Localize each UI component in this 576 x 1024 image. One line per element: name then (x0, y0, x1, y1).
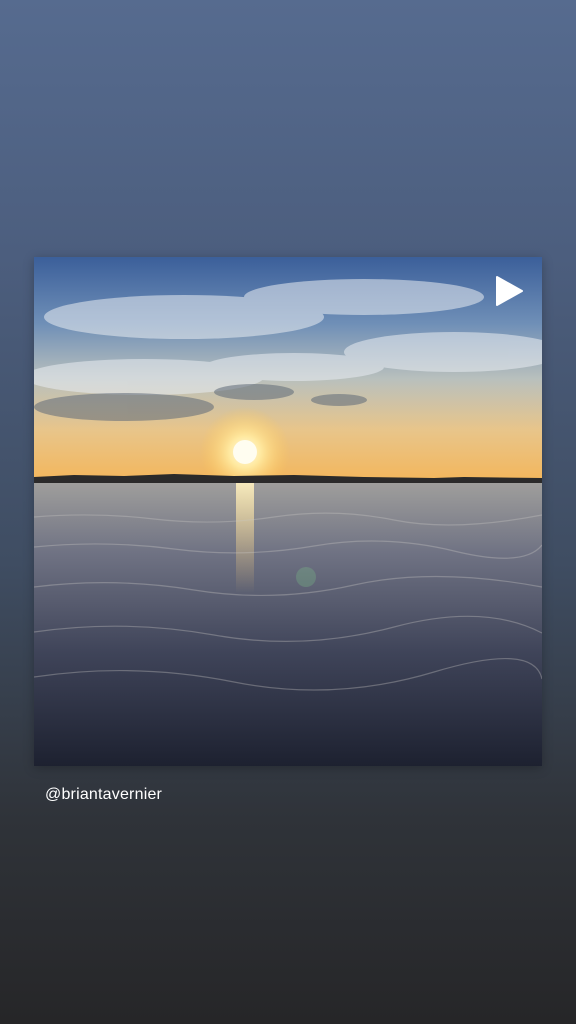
play-icon[interactable] (494, 275, 524, 307)
story-screen: @briantavernier (0, 0, 576, 1024)
sunset-photo (34, 257, 542, 766)
shared-post-card[interactable] (34, 257, 542, 766)
attribution-username[interactable]: @briantavernier (45, 786, 162, 804)
